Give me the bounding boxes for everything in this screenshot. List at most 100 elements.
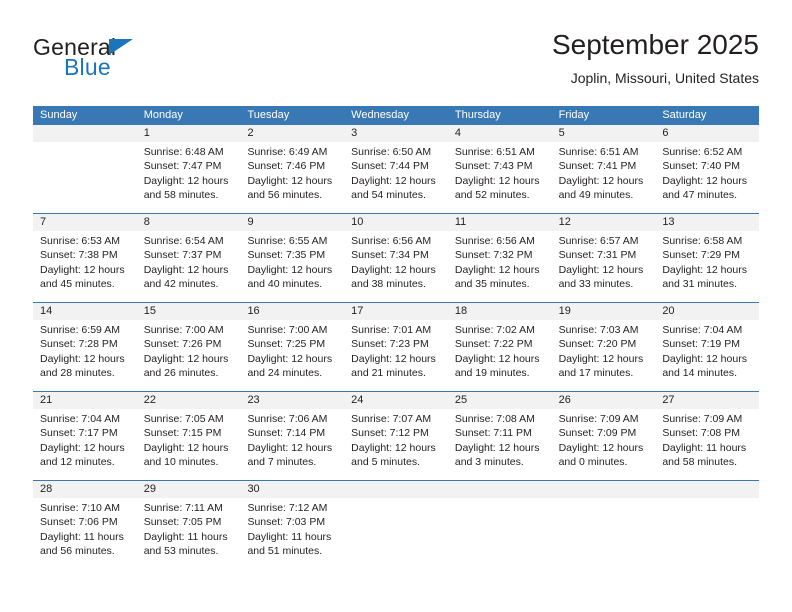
day-number-4[interactable]: 4 (448, 125, 552, 142)
day-cell-24[interactable]: Sunrise: 7:07 AM Sunset: 7:12 PM Daylight:… (344, 409, 448, 480)
day-number-28[interactable]: 28 (33, 481, 137, 498)
location-subtitle: Joplin, Missouri, United States (570, 70, 759, 86)
day-number-6[interactable]: 6 (655, 125, 759, 142)
day-cell-22[interactable]: Sunrise: 7:05 AM Sunset: 7:15 PM Daylight:… (137, 409, 241, 480)
week-daynumber-row: 14 15 16 17 18 19 20 (33, 303, 759, 320)
day-cell-1[interactable]: Sunrise: 6:48 AM Sunset: 7:47 PM Daylight:… (137, 142, 241, 213)
day-cell-18[interactable]: Sunrise: 7:02 AM Sunset: 7:22 PM Daylight:… (448, 320, 552, 391)
day-cell-13[interactable]: Sunrise: 6:58 AM Sunset: 7:29 PM Daylight:… (655, 231, 759, 302)
day-cell-4[interactable]: Sunrise: 6:51 AM Sunset: 7:43 PM Daylight:… (448, 142, 552, 213)
day-detail-line: Sunrise: 6:55 AM (247, 235, 328, 247)
day-number-9[interactable]: 9 (240, 214, 344, 231)
day-detail-line: Sunrise: 7:01 AM (351, 324, 432, 336)
day-number-21[interactable]: 21 (33, 392, 137, 409)
day-number-22[interactable]: 22 (137, 392, 241, 409)
day-detail-line: Daylight: 12 hours (143, 352, 229, 365)
brand-logo[interactable]: General Blue (33, 34, 213, 90)
day-detail-line: Sunrise: 6:53 AM (40, 235, 120, 247)
day-detail-line: Sunrise: 6:58 AM (662, 235, 743, 247)
day-number-24[interactable]: 24 (344, 392, 448, 409)
day-cell-6[interactable]: Sunrise: 6:52 AM Sunset: 7:40 PM Daylight:… (655, 142, 759, 213)
day-cell-3[interactable]: Sunrise: 6:50 AM Sunset: 7:44 PM Daylight:… (344, 142, 448, 213)
day-detail-line: Daylight: 12 hours (247, 263, 333, 276)
day-cell-19[interactable]: Sunrise: 7:03 AM Sunset: 7:20 PM Daylight:… (552, 320, 656, 391)
day-number-30[interactable]: 30 (240, 481, 344, 498)
day-cell-27[interactable]: Sunrise: 7:09 AM Sunset: 7:08 PM Daylight:… (655, 409, 759, 480)
day-number-11[interactable]: 11 (448, 214, 552, 231)
day-number-26[interactable]: 26 (552, 392, 656, 409)
day-number-12[interactable]: 12 (552, 214, 656, 231)
day-cell-29[interactable]: Sunrise: 7:11 AM Sunset: 7:05 PM Daylight:… (137, 498, 241, 569)
day-number-7[interactable]: 7 (33, 214, 137, 231)
day-detail-line: and 47 minutes. (662, 189, 738, 202)
day-detail-line: Daylight: 12 hours (454, 174, 540, 187)
day-detail-line: Sunrise: 6:48 AM (143, 146, 224, 158)
day-detail-line: Sunset: 7:23 PM (351, 338, 429, 351)
day-detail-line: Daylight: 12 hours (351, 263, 436, 276)
day-detail-line: Sunset: 7:44 PM (351, 160, 429, 173)
day-detail-line: Sunrise: 6:57 AM (558, 235, 639, 247)
day-number-19[interactable]: 19 (552, 303, 656, 320)
day-cell-26[interactable]: Sunrise: 7:09 AM Sunset: 7:09 PM Daylight:… (552, 409, 656, 480)
day-cell-16[interactable]: Sunrise: 7:00 AM Sunset: 7:25 PM Daylight:… (240, 320, 344, 391)
day-detail-line: and 53 minutes. (143, 545, 219, 558)
day-cell-12[interactable]: Sunrise: 6:57 AM Sunset: 7:31 PM Daylight:… (552, 231, 656, 302)
day-cell-17[interactable]: Sunrise: 7:01 AM Sunset: 7:23 PM Daylight:… (344, 320, 448, 391)
day-detail-line: Sunset: 7:11 PM (454, 427, 532, 440)
day-number-14[interactable]: 14 (33, 303, 137, 320)
day-number-1[interactable]: 1 (137, 125, 241, 142)
day-cell-9[interactable]: Sunrise: 6:55 AM Sunset: 7:35 PM Daylight:… (240, 231, 344, 302)
day-detail-line: Sunset: 7:43 PM (454, 160, 533, 173)
day-number-empty (33, 125, 137, 142)
day-detail-line: and 19 minutes. (454, 367, 530, 380)
day-number-10[interactable]: 10 (344, 214, 448, 231)
calendar-weeks: 1 2 3 4 5 6 Sunrise: 6:48 AM Sunset: 7:47 PM Day… (33, 125, 759, 569)
day-cell-14[interactable]: Sunrise: 6:59 AM Sunset: 7:28 PM Daylight:… (33, 320, 137, 391)
day-detail-line: Sunrise: 6:52 AM (662, 146, 743, 158)
day-cell-empty (33, 142, 137, 213)
day-cell-5[interactable]: Sunrise: 6:51 AM Sunset: 7:41 PM Daylight:… (552, 142, 656, 213)
day-number-5[interactable]: 5 (552, 125, 656, 142)
day-number-29[interactable]: 29 (137, 481, 241, 498)
weekday-header-thursday: Thursday (454, 109, 501, 121)
day-number-27[interactable]: 27 (655, 392, 759, 409)
day-detail-line: Daylight: 12 hours (351, 174, 436, 187)
day-cell-21[interactable]: Sunrise: 7:04 AM Sunset: 7:17 PM Daylight:… (33, 409, 137, 480)
day-number-15[interactable]: 15 (137, 303, 241, 320)
day-number-empty (448, 481, 552, 498)
day-detail-line: Sunset: 7:46 PM (247, 160, 326, 173)
day-cell-10[interactable]: Sunrise: 6:56 AM Sunset: 7:34 PM Daylight:… (344, 231, 448, 302)
day-number-13[interactable]: 13 (655, 214, 759, 231)
day-cell-11[interactable]: Sunrise: 6:56 AM Sunset: 7:32 PM Daylight:… (448, 231, 552, 302)
day-cell-28[interactable]: Sunrise: 7:10 AM Sunset: 7:06 PM Daylight:… (33, 498, 137, 569)
day-detail-line: and 12 minutes. (40, 456, 115, 469)
day-cell-2[interactable]: Sunrise: 6:49 AM Sunset: 7:46 PM Daylight:… (240, 142, 344, 213)
day-cell-25[interactable]: Sunrise: 7:08 AM Sunset: 7:11 PM Daylight:… (448, 409, 552, 480)
weekday-header-sunday: Sunday (40, 109, 78, 121)
day-detail-line: Sunset: 7:41 PM (558, 160, 637, 173)
day-detail-line: and 54 minutes. (351, 189, 426, 202)
day-detail-line: and 52 minutes. (454, 189, 530, 202)
day-detail-line: Sunrise: 6:56 AM (351, 235, 432, 247)
day-cell-23[interactable]: Sunrise: 7:06 AM Sunset: 7:14 PM Daylight:… (240, 409, 344, 480)
day-number-empty (552, 481, 656, 498)
day-detail-line: Sunset: 7:03 PM (247, 516, 326, 529)
day-cell-8[interactable]: Sunrise: 6:54 AM Sunset: 7:37 PM Daylight:… (137, 231, 241, 302)
day-number-25[interactable]: 25 (448, 392, 552, 409)
day-number-17[interactable]: 17 (344, 303, 448, 320)
day-detail-line: Sunset: 7:26 PM (143, 338, 222, 351)
day-number-8[interactable]: 8 (137, 214, 241, 231)
day-detail-line: Sunset: 7:22 PM (454, 338, 533, 351)
day-number-16[interactable]: 16 (240, 303, 344, 320)
day-number-18[interactable]: 18 (448, 303, 552, 320)
day-cell-20[interactable]: Sunrise: 7:04 AM Sunset: 7:19 PM Daylight:… (655, 320, 759, 391)
day-detail-line: Sunrise: 7:00 AM (143, 324, 224, 336)
day-cell-7[interactable]: Sunrise: 6:53 AM Sunset: 7:38 PM Daylight:… (33, 231, 137, 302)
day-number-20[interactable]: 20 (655, 303, 759, 320)
day-number-3[interactable]: 3 (344, 125, 448, 142)
week-daynumber-row: 7 8 9 10 11 12 13 (33, 214, 759, 231)
day-number-2[interactable]: 2 (240, 125, 344, 142)
day-number-23[interactable]: 23 (240, 392, 344, 409)
day-cell-15[interactable]: Sunrise: 7:00 AM Sunset: 7:26 PM Daylight:… (137, 320, 241, 391)
day-cell-30[interactable]: Sunrise: 7:12 AM Sunset: 7:03 PM Daylight:… (240, 498, 344, 569)
